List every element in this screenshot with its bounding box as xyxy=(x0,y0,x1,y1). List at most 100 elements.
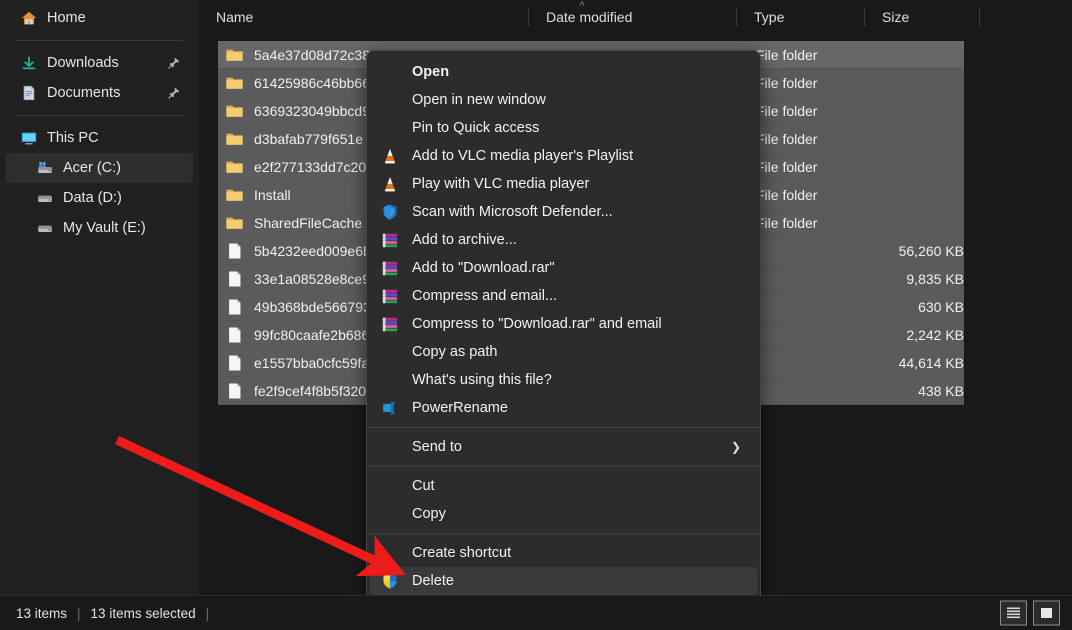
file-type-cell: File folder xyxy=(756,186,818,203)
drive-icon xyxy=(36,189,54,207)
status-separator: | xyxy=(205,605,210,621)
menu-item-copy-as-path[interactable]: Copy as path xyxy=(370,338,757,366)
column-header-date-modified[interactable]: Date modified xyxy=(529,0,737,33)
file-size-cell: 2,242 KB xyxy=(906,326,964,343)
document-icon xyxy=(23,85,35,101)
file-size-cell: 630 KB xyxy=(918,298,964,315)
defender-shield-icon xyxy=(380,202,400,222)
menu-item-label: Play with VLC media player xyxy=(412,175,590,192)
folder-icon xyxy=(226,105,243,117)
file-name-label: 99fc80caafe2b686 xyxy=(254,326,370,343)
column-divider[interactable] xyxy=(979,7,980,26)
file-name-label: 5a4e37d08d72c38 xyxy=(254,46,371,63)
menu-item-open[interactable]: Open xyxy=(370,58,757,86)
file-type-cell: File folder xyxy=(756,46,818,63)
folder-icon xyxy=(226,161,243,173)
menu-item-send-to[interactable]: Send to ❯ xyxy=(370,433,757,461)
menu-item-what-s-using-this-file[interactable]: What's using this file? xyxy=(370,366,757,394)
file-icon xyxy=(225,326,245,344)
file-size-cell: 44,614 KB xyxy=(898,354,964,371)
menu-item-label: Add to VLC media player's Playlist xyxy=(412,147,634,164)
menu-item-label: Copy as path xyxy=(412,343,498,360)
powerrename-icon xyxy=(383,402,395,415)
status-bar: 13 items | 13 items selected | xyxy=(0,595,1072,630)
home-icon xyxy=(21,11,37,25)
system-drive-icon xyxy=(36,159,54,177)
menu-item-create-shortcut[interactable]: Create shortcut xyxy=(370,539,757,567)
drive-icon xyxy=(36,219,54,237)
file-name-label: SharedFileCache xyxy=(254,214,363,231)
sidebar-item-acer-c[interactable]: Acer (C:) xyxy=(6,153,193,183)
file-icon xyxy=(229,382,241,399)
file-type-cell: File folder xyxy=(756,130,818,147)
defender-shield-icon xyxy=(383,204,397,220)
context-menu-items: Open Open in new window Pin to Quick acces… xyxy=(367,58,760,629)
column-header-date-modified-label: Date modified xyxy=(546,8,633,25)
sidebar-item-documents[interactable]: Documents xyxy=(6,78,193,108)
menu-item-scan-with-microsoft-defender[interactable]: Scan with Microsoft Defender... xyxy=(370,198,757,226)
menu-item-delete[interactable]: Delete xyxy=(370,567,757,595)
pin-icon xyxy=(168,57,180,69)
system-drive-icon xyxy=(38,162,52,173)
menu-item-copy[interactable]: Copy xyxy=(370,500,757,528)
pin-icon xyxy=(168,87,180,99)
menu-item-label: Add to "Download.rar" xyxy=(412,259,555,276)
column-header-name-label: Name xyxy=(216,8,254,25)
sidebar-item-label: Documents xyxy=(47,84,121,101)
navigation-sidebar: Home Downloads Documents This PC Acer (C:) Da… xyxy=(0,0,199,596)
sidebar-item-label: Downloads xyxy=(47,54,119,71)
menu-item-play-with-vlc-media-player[interactable]: Play with VLC media player xyxy=(370,170,757,198)
sidebar-item-downloads[interactable]: Downloads xyxy=(6,48,193,78)
column-header-row: Name Date modified Type Size ^ xyxy=(199,0,1072,33)
menu-item-pin-to-quick-access[interactable]: Pin to Quick access xyxy=(370,114,757,142)
status-item-count: 13 items xyxy=(16,605,68,621)
menu-item-add-to-download-rar[interactable]: Add to "Download.rar" xyxy=(370,254,757,282)
uac-shield-icon xyxy=(383,573,397,589)
menu-item-compress-to-download-rar-and-email[interactable]: Compress to "Download.rar" and email xyxy=(370,310,757,338)
file-name-label: d3bafab779f651e xyxy=(254,130,363,147)
menu-item-compress-and-email[interactable]: Compress and email... xyxy=(370,282,757,310)
large-icons-view-button[interactable] xyxy=(1033,600,1060,626)
context-menu: Open Open in new window Pin to Quick acces… xyxy=(366,50,761,630)
folder-icon xyxy=(226,49,243,61)
winrar-icon xyxy=(382,317,398,332)
menu-item-open-in-new-window[interactable]: Open in new window xyxy=(370,86,757,114)
drive-icon xyxy=(38,225,52,233)
sidebar-item-label: This PC xyxy=(47,129,99,146)
column-header-name[interactable]: Name xyxy=(199,0,529,33)
menu-item-no-icon xyxy=(380,118,400,138)
column-header-type-label: Type xyxy=(754,8,785,25)
sidebar-item-home[interactable]: Home xyxy=(6,3,193,33)
menu-item-add-to-vlc-media-player-s-playlist[interactable]: Add to VLC media player's Playlist xyxy=(370,142,757,170)
menu-item-cut[interactable]: Cut xyxy=(370,472,757,500)
sidebar-item-label: My Vault (E:) xyxy=(63,219,146,236)
file-size-cell: 438 KB xyxy=(918,382,964,399)
column-header-size[interactable]: Size xyxy=(865,0,980,33)
details-view-button[interactable] xyxy=(1000,600,1027,626)
sidebar-item-my-vault-e[interactable]: My Vault (E:) xyxy=(6,213,193,243)
column-header-type[interactable]: Type xyxy=(737,0,865,33)
chevron-right-icon: ❯ xyxy=(730,440,741,454)
menu-item-label: Scan with Microsoft Defender... xyxy=(412,203,613,220)
file-icon xyxy=(225,270,245,288)
folder-icon xyxy=(225,74,245,92)
menu-item-label: Create shortcut xyxy=(412,544,512,561)
menu-item-powerrename[interactable]: PowerRename xyxy=(370,394,757,422)
menu-item-label: Add to archive... xyxy=(412,231,517,248)
pin-icon[interactable] xyxy=(167,56,181,70)
menu-separator xyxy=(367,533,760,534)
file-icon xyxy=(225,382,245,400)
pin-icon[interactable] xyxy=(167,86,181,100)
status-separator: | xyxy=(77,605,81,621)
file-type-cell: File folder xyxy=(756,158,818,175)
file-icon xyxy=(229,242,241,259)
sidebar-item-data-d[interactable]: Data (D:) xyxy=(6,183,193,213)
sidebar-item-this-pc[interactable]: This PC xyxy=(6,123,193,153)
sort-ascending-icon: ^ xyxy=(579,0,585,12)
menu-item-label: Send to xyxy=(412,438,462,455)
menu-item-add-to-archive[interactable]: Add to archive... xyxy=(370,226,757,254)
this-pc-icon xyxy=(21,132,37,145)
file-name-label: e2f277133dd7c20 xyxy=(254,158,367,175)
sidebar-item-label: Home xyxy=(47,9,86,26)
menu-item-no-icon xyxy=(380,62,400,82)
